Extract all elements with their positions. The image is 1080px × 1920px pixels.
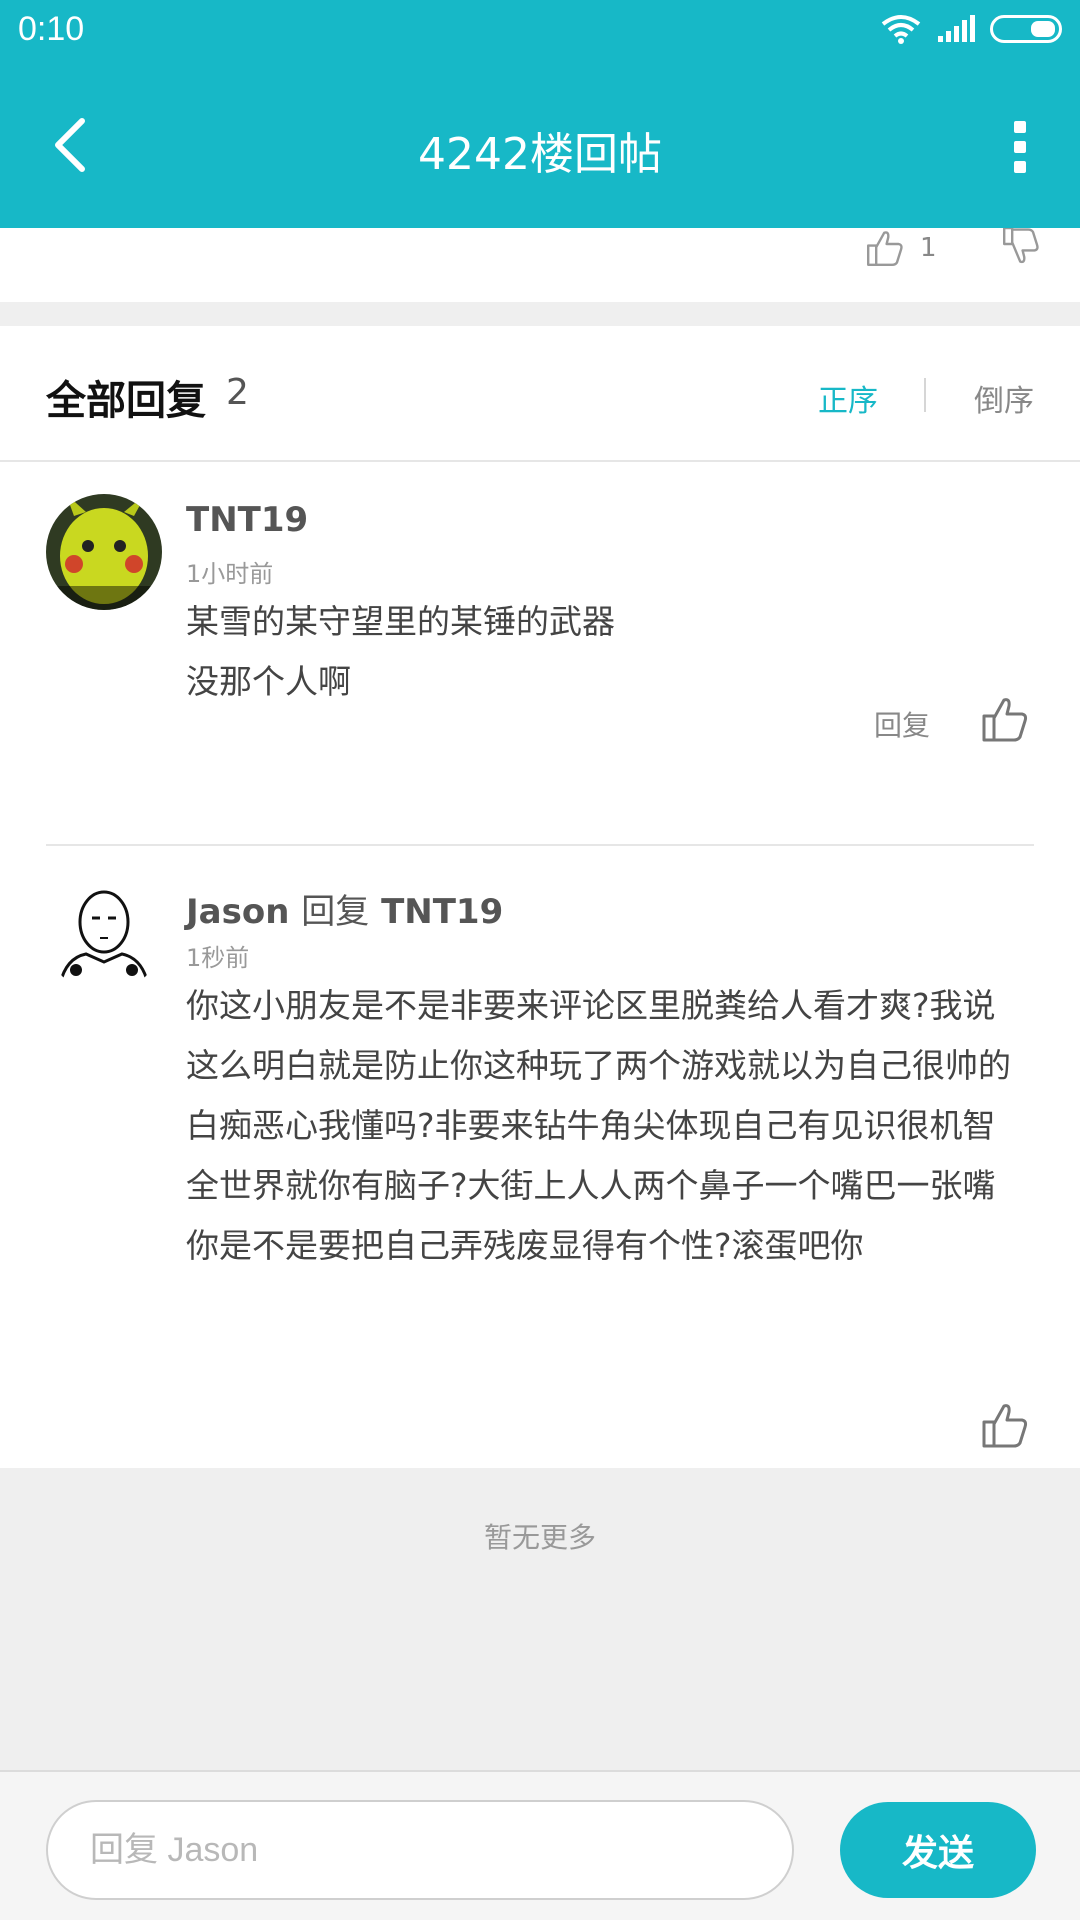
sort-ascending-button[interactable]: 正序 xyxy=(818,376,878,420)
send-button[interactable]: 发送 xyxy=(840,1802,1036,1898)
replies-count: 2 xyxy=(226,372,249,413)
post-dislike-button[interactable] xyxy=(996,226,1046,272)
reply-bar: 发送 xyxy=(0,1770,1080,1920)
reply-word: 回复 xyxy=(301,892,370,932)
comment-username: Jason 回复 TNT19 xyxy=(186,884,503,933)
avatar[interactable] xyxy=(46,878,162,994)
thumbs-up-icon xyxy=(982,1404,1028,1448)
no-more-text: 暂无更多 xyxy=(483,1521,596,1554)
avatar[interactable] xyxy=(46,494,162,610)
comment-like-button[interactable] xyxy=(980,694,1030,744)
comment-time: 1秒前 xyxy=(186,944,250,972)
thumbs-up-icon xyxy=(982,698,1028,742)
comment-time: 1小时前 xyxy=(186,560,274,588)
replies-title: 全部回复 xyxy=(46,378,206,424)
comment-body: 你这小朋友是不是非要来评论区里脱粪给人看才爽?我说这么明白就是防止你这种玩了两个… xyxy=(186,986,1011,1265)
post-like-button[interactable]: 1 xyxy=(860,228,937,268)
comment-body: 某雪的某守望里的某锤的武器 没那个人啊 xyxy=(186,602,615,701)
status-bar: 0:10 xyxy=(0,0,1080,60)
thumbs-down-icon xyxy=(1003,226,1039,264)
status-icons xyxy=(880,14,1062,44)
battery-icon xyxy=(990,15,1062,43)
title-bar: 4242楼回帖 xyxy=(0,60,1080,228)
wifi-icon xyxy=(881,15,921,44)
signal-icon xyxy=(938,15,975,42)
status-time: 0:10 xyxy=(18,10,85,48)
thumbs-up-icon xyxy=(867,231,903,266)
comment-item: TNT19 1小时前 某雪的某守望里的某锤的武器 没那个人啊 回复 xyxy=(0,462,1080,748)
comment-like-button[interactable] xyxy=(980,1400,1030,1450)
sort-descending-button[interactable]: 倒序 xyxy=(974,376,1034,420)
post-actions-card: 1 xyxy=(0,226,1080,302)
page-title: 4242楼回帖 xyxy=(418,129,662,180)
comment-author[interactable]: Jason xyxy=(186,892,289,932)
comment-item: Jason 回复 TNT19 1秒前 你这小朋友是不是非要来评论区里脱粪给人看才… xyxy=(0,846,1080,1466)
replies-header: 全部回复 2 正序 倒序 xyxy=(0,326,1080,462)
pikachu-avatar-icon xyxy=(46,494,162,610)
reply-button[interactable]: 回复 xyxy=(874,704,930,744)
more-menu-button[interactable] xyxy=(1000,112,1040,182)
cartoon-avatar-icon xyxy=(46,878,162,994)
reply-target[interactable]: TNT19 xyxy=(381,892,503,932)
sort-divider xyxy=(924,378,926,412)
comment-username[interactable]: TNT19 xyxy=(186,500,308,540)
replies-section: 全部回复 2 正序 倒序 TNT19 1小时前 某雪的某守望里的某锤的武器 没那… xyxy=(0,326,1080,1468)
post-like-count: 1 xyxy=(920,233,937,263)
reply-input[interactable] xyxy=(46,1800,794,1900)
